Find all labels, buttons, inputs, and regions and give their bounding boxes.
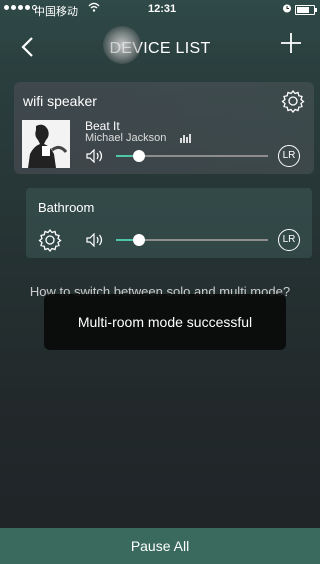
artist-name: Michael Jackson: [85, 132, 167, 144]
album-art: [22, 120, 70, 168]
clock: 12:31: [148, 3, 177, 15]
track-title: Beat It: [85, 119, 120, 133]
alarm-icon: [282, 3, 292, 16]
toast-message: Multi-room mode successful: [44, 294, 286, 350]
volume-slider[interactable]: [116, 150, 268, 162]
pause-all-label: Pause All: [130, 538, 190, 554]
speaker-volume-icon: [86, 232, 104, 250]
playing-equalizer-icon: [180, 134, 191, 143]
volume-slider[interactable]: [116, 234, 268, 246]
signal-strength-icon: [4, 5, 37, 10]
device-name: Bathroom: [38, 200, 95, 215]
gear-icon[interactable]: [281, 89, 305, 114]
volume-slider-knob[interactable]: [132, 234, 145, 246]
device-card-wifi-speaker[interactable]: wifi speaker Beat It Michael Jackson LR: [14, 82, 314, 174]
add-device-button[interactable]: [280, 30, 302, 60]
wifi-icon: [88, 2, 100, 15]
battery-icon: [295, 5, 317, 15]
volume-slider-knob[interactable]: [132, 150, 145, 162]
device-name: wifi speaker: [23, 93, 97, 109]
touch-indicator: [103, 26, 141, 64]
page-title: DEVICE LIST: [109, 40, 211, 57]
channel-button[interactable]: LR: [278, 229, 300, 251]
gear-icon[interactable]: [38, 228, 62, 253]
navigation-bar: DEVICE LIST: [0, 22, 320, 74]
carrier-name: 中国移动: [34, 6, 78, 18]
status-bar: 中国移动 12:31: [0, 0, 320, 20]
channel-button[interactable]: LR: [278, 145, 300, 167]
speaker-volume-icon: [86, 148, 104, 166]
device-card-bathroom[interactable]: Bathroom LR: [26, 188, 312, 258]
pause-all-button[interactable]: Pause All: [0, 528, 320, 564]
toast-text: Multi-room mode successful: [77, 314, 253, 330]
